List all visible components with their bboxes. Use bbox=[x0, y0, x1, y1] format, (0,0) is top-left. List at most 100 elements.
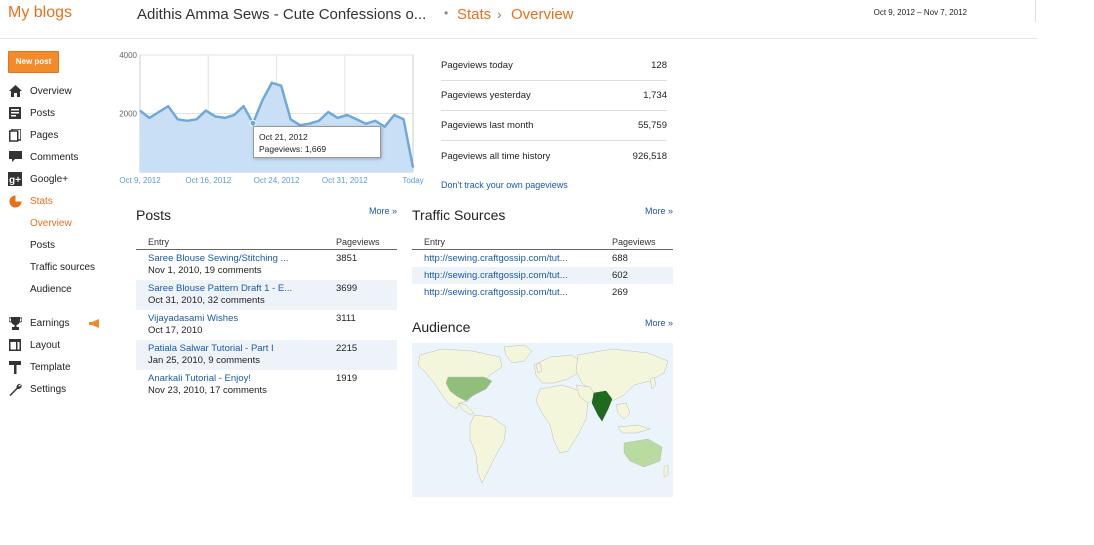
my-blogs-link[interactable]: My blogs bbox=[8, 4, 72, 22]
traffic-url-link[interactable]: http://sewing.craftgossip.com/tut... bbox=[412, 270, 612, 281]
world-map-svg bbox=[417, 344, 669, 484]
post-meta: Oct 31, 2010, 32 comments bbox=[148, 295, 265, 306]
stat-value: 926,518 bbox=[632, 150, 667, 162]
sidebar-item-pages[interactable]: Pages bbox=[8, 127, 58, 143]
posts-table: Entry Pageviews Saree Blouse Sewing/Stit… bbox=[136, 234, 397, 400]
column-header-entry: Entry bbox=[148, 236, 170, 247]
chart-x-tick-label: Oct 16, 2012 bbox=[185, 176, 231, 185]
sidebar-item-overview[interactable]: Overview bbox=[8, 83, 72, 99]
sidebar-item-google-plus[interactable]: g+ Google+ bbox=[8, 171, 68, 187]
breadcrumb-stats[interactable]: Stats bbox=[457, 6, 491, 23]
sidebar-subitem-posts[interactable]: Posts bbox=[30, 240, 55, 251]
column-header-pageviews: Pageviews bbox=[612, 236, 656, 247]
post-meta: Jan 25, 2010, 9 comments bbox=[148, 355, 260, 366]
blog-selector-dot-icon[interactable]: • bbox=[444, 6, 448, 20]
stat-label: Pageviews yesterday bbox=[441, 90, 531, 101]
stat-row-yesterday: Pageviews yesterday 1,734 bbox=[441, 81, 667, 111]
stat-value: 55,759 bbox=[637, 120, 667, 131]
sidebar-item-label: Settings bbox=[30, 383, 67, 395]
tooltip-date: Oct 21, 2012 bbox=[259, 132, 308, 142]
sidebar-subitem-overview[interactable]: Overview bbox=[30, 218, 72, 229]
column-header-entry: Entry bbox=[424, 236, 446, 247]
chart-y-tick-label: 2000 bbox=[119, 110, 137, 119]
sidebar-subitem-traffic-sources[interactable]: Traffic sources bbox=[30, 262, 95, 273]
pageviews-chart[interactable]: 4000 2000 Oct 9, 2012 Oct 16, 2012 Oct 24, 2… bbox=[114, 46, 430, 188]
post-pageviews: 3851 bbox=[336, 253, 358, 264]
stats-icon bbox=[8, 194, 22, 208]
sidebar-item-label: Pages bbox=[30, 129, 59, 141]
svg-text:g+: g+ bbox=[9, 175, 21, 186]
blog-title[interactable]: Adithis Amma Sews - Cute Confessions o..… bbox=[137, 6, 426, 23]
comments-icon bbox=[8, 150, 22, 164]
top-bar: My blogs Adithis Amma Sews - Cute Confes… bbox=[0, 0, 1037, 39]
post-title-link[interactable]: Patiala Salwar Tutorial - Part I bbox=[148, 343, 336, 355]
breadcrumb-separator: › bbox=[497, 6, 502, 22]
table-row: http://sewing.craftgossip.com/tut... 269 bbox=[412, 284, 673, 301]
table-header: Entry Pageviews bbox=[136, 234, 397, 250]
divider bbox=[1035, 0, 1036, 22]
tooltip-value: Pageviews: 1,669 bbox=[259, 144, 327, 154]
traffic-url-link[interactable]: http://sewing.craftgossip.com/tut... bbox=[412, 287, 612, 298]
date-range: Oct 9, 2012 – Nov 7, 2012 bbox=[873, 8, 967, 17]
traffic-more-link[interactable]: More » bbox=[645, 206, 673, 216]
sidebar-item-posts[interactable]: Posts bbox=[8, 105, 55, 121]
sidebar-item-label: Google+ bbox=[30, 173, 69, 185]
traffic-pageviews: 688 bbox=[612, 253, 628, 264]
table-row: http://sewing.craftgossip.com/tut... 688 bbox=[412, 250, 673, 267]
dont-track-pageviews-link[interactable]: Don't track your own pageviews bbox=[441, 180, 568, 190]
pageview-stats: Pageviews today 128 Pageviews yesterday … bbox=[441, 51, 667, 171]
posts-more-link[interactable]: More » bbox=[369, 206, 397, 216]
posts-section-title: Posts bbox=[136, 207, 172, 223]
table-row: http://sewing.craftgossip.com/tut... 602 bbox=[412, 267, 673, 284]
sidebar-item-settings[interactable]: Settings bbox=[8, 381, 66, 397]
traffic-pageviews: 269 bbox=[612, 287, 628, 298]
traffic-sources-title: Traffic Sources bbox=[412, 207, 506, 223]
sidebar-item-stats[interactable]: Stats bbox=[8, 193, 53, 209]
post-pageviews: 2215 bbox=[336, 343, 358, 354]
sidebar-item-label: Earnings bbox=[30, 317, 70, 329]
home-icon bbox=[8, 84, 22, 98]
post-pageviews: 1919 bbox=[336, 373, 358, 384]
audience-world-map[interactable] bbox=[412, 343, 673, 497]
post-title-link[interactable]: Anarkali Tutorial - Enjoy! bbox=[148, 373, 336, 385]
trophy-icon bbox=[8, 316, 22, 330]
sidebar-item-label: Comments bbox=[30, 151, 79, 163]
column-header-pageviews: Pageviews bbox=[336, 236, 380, 247]
stat-row-all-time: Pageviews all time history 926,518 bbox=[441, 141, 667, 171]
pageviews-chart-svg: 4000 2000 Oct 9, 2012 Oct 16, 2012 Oct 24, 2… bbox=[119, 51, 423, 185]
chart-x-tick-label: Today bbox=[402, 176, 423, 185]
stat-row-today: Pageviews today 128 bbox=[441, 51, 667, 81]
traffic-table: Entry Pageviews http://sewing.craftgossi… bbox=[412, 234, 673, 301]
audience-more-link[interactable]: More » bbox=[645, 318, 673, 328]
post-title-link[interactable]: Vijayadasami Wishes bbox=[148, 313, 336, 325]
breadcrumb-overview: Overview bbox=[511, 6, 574, 23]
table-row: Saree Blouse Pattern Draft 1 - E... Oct … bbox=[136, 280, 397, 310]
post-title-link[interactable]: Saree Blouse Sewing/Stitching ... bbox=[148, 253, 336, 265]
stat-value: 1,734 bbox=[643, 90, 667, 101]
post-pageviews: 3699 bbox=[336, 283, 358, 294]
stat-label: Pageviews all time history bbox=[441, 150, 551, 162]
sidebar-item-label: Template bbox=[30, 361, 71, 373]
post-meta: Nov 1, 2010, 19 comments bbox=[148, 265, 262, 276]
sidebar-item-label: Layout bbox=[30, 339, 61, 351]
chart-x-tick-label: Oct 31, 2012 bbox=[322, 176, 368, 185]
posts-icon bbox=[8, 106, 22, 120]
post-title-link[interactable]: Saree Blouse Pattern Draft 1 - E... bbox=[148, 283, 336, 295]
new-post-button[interactable]: New post bbox=[8, 51, 59, 73]
traffic-url-link[interactable]: http://sewing.craftgossip.com/tut... bbox=[412, 253, 612, 264]
megaphone-icon bbox=[89, 318, 101, 328]
sidebar-item-label: Stats bbox=[30, 195, 53, 207]
sidebar-item-earnings[interactable]: Earnings bbox=[8, 315, 101, 331]
sidebar-item-template[interactable]: Template bbox=[8, 359, 71, 375]
chart-x-tick-label: Oct 9, 2012 bbox=[119, 176, 161, 185]
sidebar-subitem-audience[interactable]: Audience bbox=[30, 284, 72, 295]
wrench-icon bbox=[8, 382, 22, 396]
table-row: Saree Blouse Sewing/Stitching ... Nov 1,… bbox=[136, 250, 397, 280]
pages-icon bbox=[8, 128, 22, 142]
audience-title: Audience bbox=[412, 319, 471, 335]
sidebar-item-comments[interactable]: Comments bbox=[8, 149, 78, 165]
traffic-pageviews: 602 bbox=[612, 270, 628, 281]
chart-tooltip: Oct 21, 2012 Pageviews: 1,669 bbox=[253, 126, 381, 158]
stat-value: 128 bbox=[651, 60, 667, 71]
sidebar-item-layout[interactable]: Layout bbox=[8, 337, 60, 353]
